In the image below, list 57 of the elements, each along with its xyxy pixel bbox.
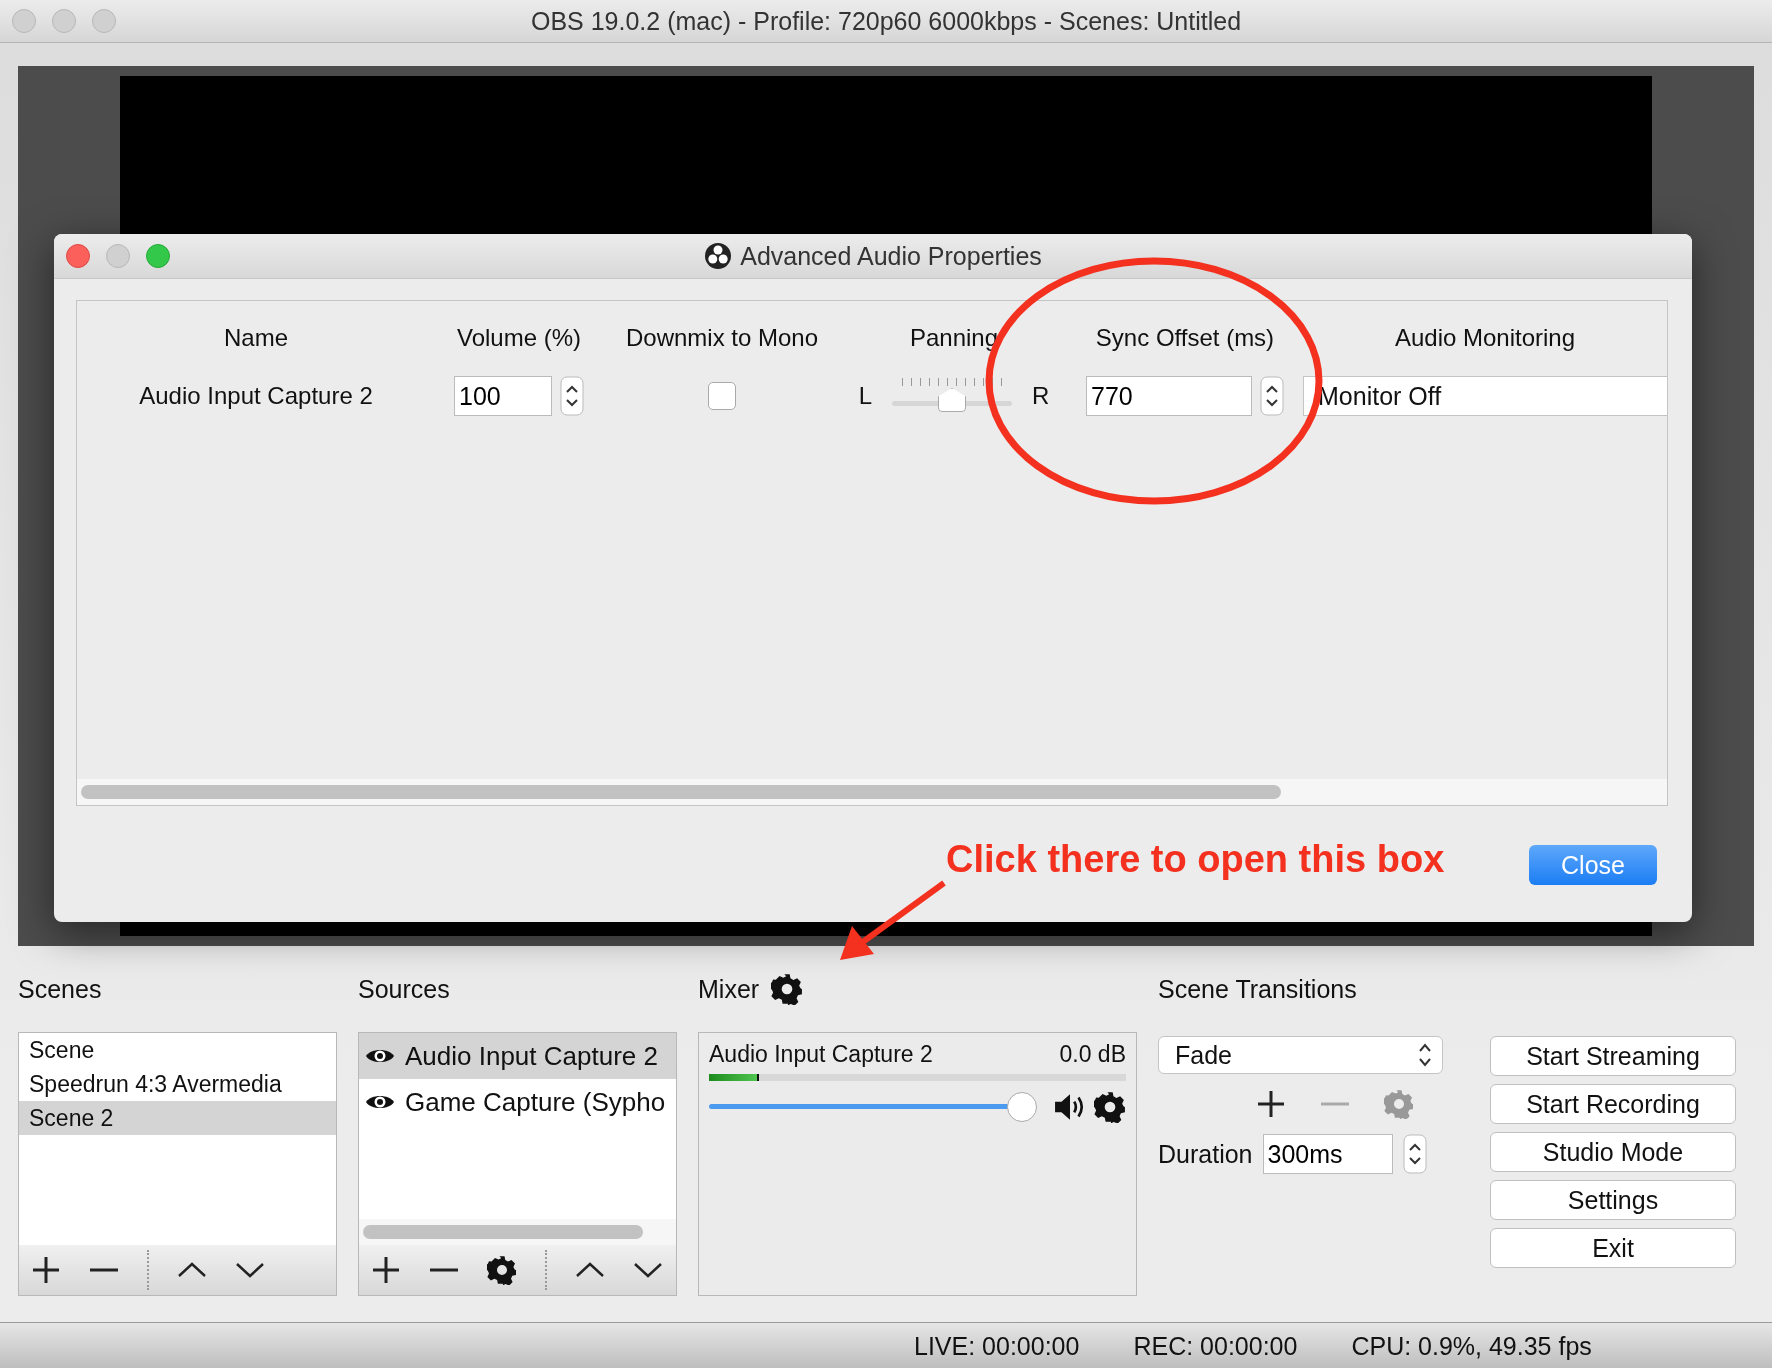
column-header: Downmix to Mono [624, 324, 820, 352]
duration-field[interactable]: 300ms [1262, 1134, 1393, 1174]
settings-icon[interactable] [487, 1255, 517, 1285]
speaker-icon[interactable] [1054, 1093, 1086, 1121]
updown-arrows-icon [1418, 1042, 1432, 1068]
source-name: Audio Input Capture 2 [138, 382, 374, 410]
scenes-title: Scenes [18, 974, 102, 1004]
channel-name: Audio Input Capture 2 [709, 1041, 933, 1068]
volume-reading: 0.0 dB [1059, 1041, 1126, 1068]
column-header: Audio Monitoring [1393, 324, 1577, 352]
live-status: LIVE: 00:00:00 [914, 1331, 1080, 1361]
minus-icon[interactable] [89, 1268, 119, 1272]
sources-title: Sources [358, 974, 450, 1004]
transition-dropdown[interactable]: Fade [1158, 1036, 1443, 1074]
settings-icon[interactable] [1094, 1091, 1126, 1123]
stepper-control[interactable] [1402, 1134, 1427, 1174]
downmix-checkbox[interactable] [708, 382, 736, 410]
scene-item[interactable]: Scene [19, 1033, 336, 1067]
scrollbar-thumb[interactable] [363, 1225, 643, 1239]
column-header: Name [223, 324, 289, 352]
transitions-title: Scene Transitions [1158, 974, 1357, 1004]
mixer-title: Mixer [698, 974, 760, 1004]
scene-item[interactable]: Scene 2 [19, 1101, 336, 1135]
duration-label: Duration [1158, 1139, 1253, 1169]
settings-icon[interactable] [771, 973, 804, 1005]
minus-icon[interactable] [429, 1268, 459, 1272]
stepper-control[interactable] [560, 376, 584, 416]
column-header: Panning [908, 324, 1000, 352]
column-header: Sync Offset (ms) [1094, 324, 1276, 352]
dialog-title: Advanced Audio Properties [740, 241, 1042, 271]
sync-offset-field[interactable]: 770 [1086, 376, 1252, 416]
slider-thumb[interactable] [938, 388, 966, 412]
pan-left-label: L [858, 382, 872, 410]
close-window-button[interactable] [66, 244, 90, 268]
control-button[interactable]: Start Streaming [1490, 1036, 1736, 1076]
slider-thumb[interactable] [1006, 1092, 1037, 1122]
source-item[interactable]: Game Capture (Sypho [359, 1079, 676, 1125]
stepper-control[interactable] [1260, 376, 1284, 416]
app-logo-icon [704, 242, 733, 270]
cpu-status: CPU: 0.9%, 49.35 fps [1351, 1331, 1592, 1361]
source-item[interactable]: Audio Input Capture 2 [359, 1033, 676, 1079]
plus-icon[interactable] [31, 1255, 61, 1285]
column-header: Volume (%) [455, 324, 582, 352]
annotation-text: Click there to open this box [946, 838, 1445, 881]
plus-icon[interactable] [371, 1255, 401, 1285]
control-button[interactable]: Exit [1490, 1228, 1736, 1268]
control-button[interactable]: Settings [1490, 1180, 1736, 1220]
scene-item[interactable]: Speedrun 4:3 Avermedia [19, 1067, 336, 1101]
volume-field[interactable]: 100 [454, 376, 552, 416]
scrollbar-thumb[interactable] [81, 785, 1281, 799]
plus-icon[interactable] [1256, 1089, 1286, 1119]
pan-right-label: R [1032, 382, 1050, 410]
control-button[interactable]: Start Recording [1490, 1084, 1736, 1124]
monitoring-dropdown[interactable]: Monitor Off [1303, 376, 1667, 416]
rec-status: REC: 00:00:00 [1133, 1331, 1298, 1361]
control-button[interactable]: Studio Mode [1490, 1132, 1736, 1172]
window-title: OBS 19.0.2 (mac) - Profile: 720p60 6000kbps - Scenes: Untitled [530, 6, 1242, 36]
